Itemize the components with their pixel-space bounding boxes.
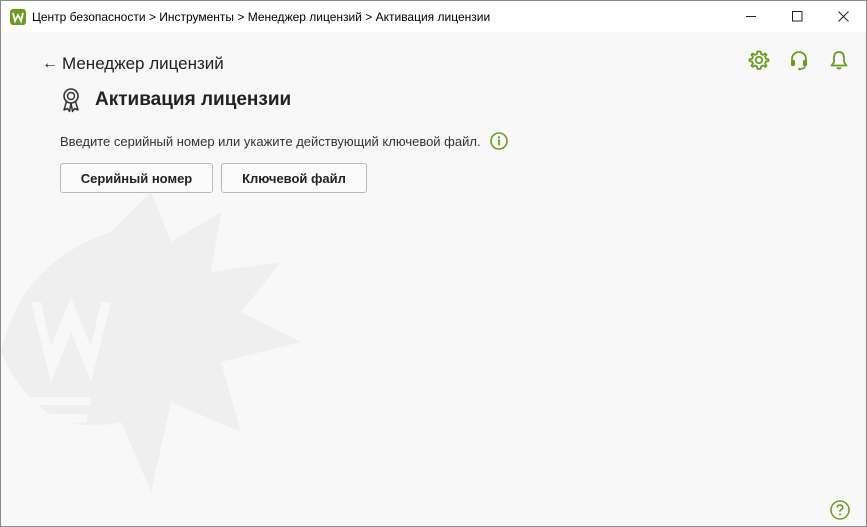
- back-link-label: Менеджер лицензий: [62, 54, 224, 73]
- description-text: Введите серийный номер или укажите дейст…: [60, 133, 481, 149]
- app-window: Центр безопасности > Инструменты > Менед…: [0, 0, 867, 527]
- header-icons: [748, 49, 850, 71]
- page-title: Активация лицензии: [95, 89, 292, 110]
- main-content: ← Менеджер лицензий Активация лицензии В…: [1, 32, 866, 526]
- drweb-logo-icon: [10, 8, 26, 25]
- maximize-icon: [791, 11, 802, 22]
- serial-number-button[interactable]: Серийный номер: [60, 163, 213, 193]
- gear-icon[interactable]: [748, 49, 770, 71]
- license-ribbon-icon: [59, 87, 83, 113]
- maximize-button[interactable]: [774, 1, 820, 32]
- title-bar[interactable]: Центр безопасности > Инструменты > Менед…: [1, 1, 866, 32]
- page-heading: Активация лицензии: [59, 87, 291, 113]
- activation-description: Введите серийный номер или укажите дейст…: [60, 132, 508, 150]
- activation-options: Серийный номер Ключевой файл: [60, 163, 367, 193]
- minimize-icon: [745, 16, 756, 17]
- back-to-license-manager-link[interactable]: ← Менеджер лицензий: [42, 54, 224, 74]
- window-title: Центр безопасности > Инструменты > Менед…: [32, 9, 491, 24]
- close-icon: [837, 11, 849, 22]
- bell-icon[interactable]: [828, 49, 850, 71]
- help-icon[interactable]: [830, 500, 850, 520]
- key-file-button[interactable]: Ключевой файл: [221, 163, 367, 193]
- minimize-button[interactable]: [728, 1, 774, 32]
- headset-icon[interactable]: [788, 49, 810, 71]
- info-icon[interactable]: [489, 132, 508, 150]
- close-button[interactable]: [820, 1, 866, 32]
- watermark-logo-icon: [1, 192, 301, 492]
- back-arrow-icon: ←: [42, 55, 58, 72]
- window-controls: [728, 1, 866, 32]
